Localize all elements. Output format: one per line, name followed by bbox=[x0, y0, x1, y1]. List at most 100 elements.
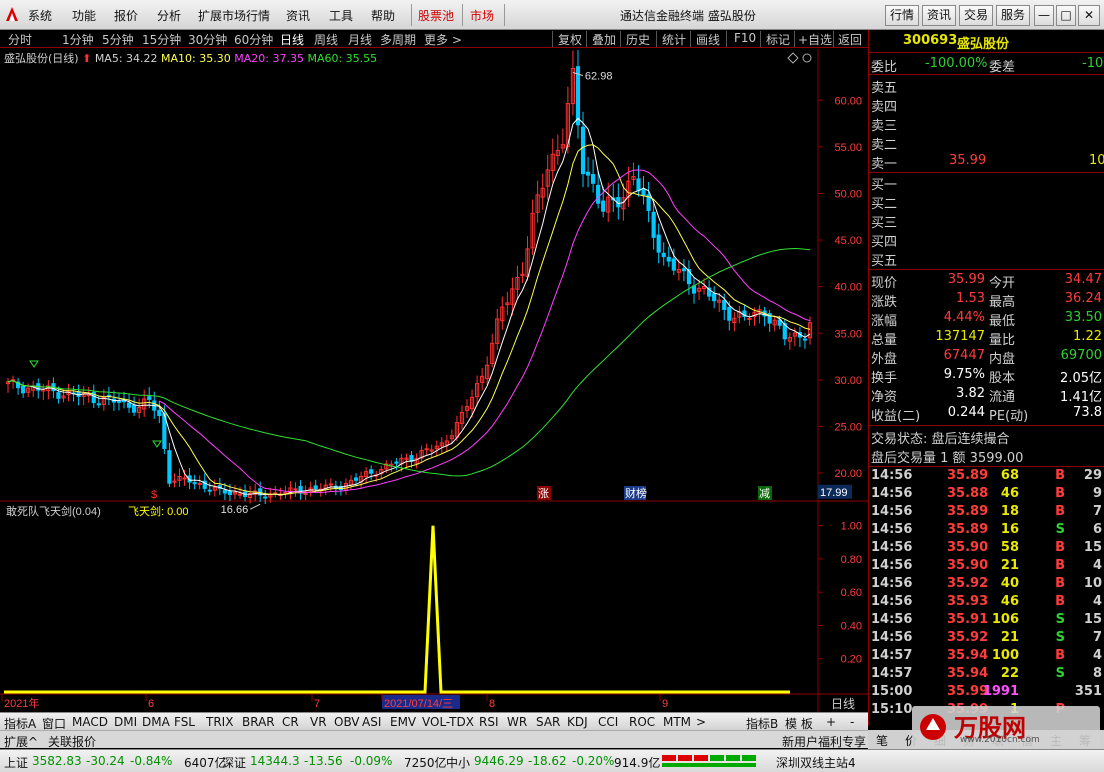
tick-row[interactable]: 14:56 35.88 46 B 9 bbox=[869, 485, 1104, 504]
menu-function[interactable]: 功能 bbox=[72, 7, 96, 24]
tab-9[interactable]: VR bbox=[310, 715, 327, 729]
menu-ext-market[interactable]: 扩展市场行情 bbox=[198, 7, 270, 24]
tick-row[interactable]: 14:56 35.89 16 S 6 bbox=[869, 521, 1104, 540]
menu-stock-pool[interactable]: 股票池 bbox=[418, 7, 454, 24]
tick-row[interactable]: 14:56 35.91 106 S 15 bbox=[869, 611, 1104, 630]
stat-row: 现价 35.99 今开 34.47 bbox=[869, 271, 1104, 291]
tick-row[interactable]: 14:56 35.93 46 B 4 bbox=[869, 593, 1104, 612]
btn-mark[interactable]: 标记 bbox=[766, 31, 790, 48]
candle-body bbox=[369, 469, 374, 474]
tab-16[interactable]: SAR bbox=[536, 715, 560, 729]
tick-n: 4 bbox=[1092, 558, 1102, 573]
btn-info[interactable]: 资讯 bbox=[922, 5, 956, 26]
period-60min[interactable]: 60分钟 bbox=[234, 31, 273, 48]
candle-body bbox=[56, 392, 61, 399]
btn-quote[interactable]: 行情 bbox=[885, 5, 919, 26]
menu-system[interactable]: 系统 bbox=[28, 7, 52, 24]
period-monthly[interactable]: 月线 bbox=[348, 31, 372, 48]
menu-bar: 系统 功能 报价 分析 扩展市场行情 资讯 工具 帮助 股票池 市场 通达信金融… bbox=[0, 0, 1104, 30]
tab-4[interactable]: DMA bbox=[142, 715, 170, 729]
period-tick[interactable]: 分时 bbox=[8, 31, 32, 48]
tick-t: 15:00 bbox=[871, 684, 913, 699]
btn-add-watchlist[interactable]: +自选 bbox=[798, 31, 832, 48]
tick-row[interactable]: 14:56 35.92 21 S 7 bbox=[869, 629, 1104, 648]
tick-n: 8 bbox=[1092, 666, 1102, 681]
tab-21[interactable]: > bbox=[696, 715, 706, 729]
btn-back[interactable]: 返回 bbox=[838, 31, 862, 48]
tab-5[interactable]: FSL bbox=[174, 715, 195, 729]
tick-row[interactable]: 14:56 35.90 21 B 4 bbox=[869, 557, 1104, 576]
close-icon[interactable]: ✕ bbox=[1078, 5, 1100, 26]
minimize-icon[interactable]: — bbox=[1034, 5, 1054, 26]
btn-history[interactable]: 历史 bbox=[626, 31, 650, 48]
menu-analysis[interactable]: 分析 bbox=[157, 7, 181, 24]
btn-service[interactable]: 服务 bbox=[996, 5, 1030, 26]
tab-3[interactable]: DMI bbox=[114, 715, 137, 729]
buy2-label: 买二 bbox=[871, 197, 898, 212]
y-tick-label: 40.00 bbox=[834, 282, 862, 294]
tick-t: 14:56 bbox=[871, 540, 913, 555]
tab-15[interactable]: WR bbox=[507, 715, 527, 729]
new-user-benefit[interactable]: 新用户福利专享 bbox=[782, 733, 866, 750]
menu-tools[interactable]: 工具 bbox=[329, 7, 353, 24]
stat-value: 4.44% bbox=[943, 310, 985, 325]
tick-row[interactable]: 14:56 35.90 58 B 15 bbox=[869, 539, 1104, 558]
tab-7[interactable]: BRAR bbox=[242, 715, 275, 729]
tick-row[interactable]: 14:57 35.94 100 B 4 bbox=[869, 647, 1104, 666]
period-30min[interactable]: 30分钟 bbox=[188, 31, 227, 48]
tab-13[interactable]: VOL-TDX bbox=[422, 715, 474, 729]
server-station[interactable]: 深圳双线主站4 bbox=[776, 754, 856, 771]
btn-statistics[interactable]: 统计 bbox=[662, 31, 686, 48]
stat-value: 33.50 bbox=[1064, 310, 1102, 325]
trade-status: 交易状态: 盘后连续撮合 bbox=[871, 432, 1010, 447]
btn-overlay[interactable]: 叠加 bbox=[592, 31, 616, 48]
menu-quote[interactable]: 报价 bbox=[114, 7, 138, 24]
quote-tab-0[interactable]: 笔 bbox=[876, 732, 888, 749]
stat-value: 35.99 bbox=[947, 272, 985, 287]
btn-draw[interactable]: 画线 bbox=[696, 31, 720, 48]
ext-toggle[interactable]: 扩展^ bbox=[4, 733, 38, 750]
period-1min[interactable]: 1分钟 bbox=[62, 31, 94, 48]
tab-12[interactable]: EMV bbox=[390, 715, 416, 729]
related-quote[interactable]: 关联报价 bbox=[48, 733, 96, 750]
menu-help[interactable]: 帮助 bbox=[371, 7, 395, 24]
tick-row[interactable]: 14:56 35.92 40 B 10 bbox=[869, 575, 1104, 594]
tick-row[interactable]: 15:00 35.99 1991 351 bbox=[869, 683, 1104, 702]
tab-20[interactable]: MTM bbox=[663, 715, 691, 729]
x-label: 8 bbox=[489, 698, 495, 710]
period-more[interactable]: 更多 > bbox=[424, 31, 462, 48]
tab-18[interactable]: CCI bbox=[598, 715, 618, 729]
candle-body bbox=[222, 490, 227, 494]
kline-chart[interactable]: 60.00 55.00 50.00 45.00 40.00 35.00 30.00 25.00… bbox=[0, 49, 868, 712]
tick-row[interactable]: 14:56 35.89 68 B 29 bbox=[869, 467, 1104, 486]
tab-17[interactable]: KDJ bbox=[567, 715, 588, 729]
maximize-icon[interactable]: □ bbox=[1056, 5, 1076, 26]
tab-11[interactable]: ASI bbox=[362, 715, 381, 729]
btn-trade[interactable]: 交易 bbox=[959, 5, 993, 26]
tick-row[interactable]: 14:56 35.89 18 B 7 bbox=[869, 503, 1104, 522]
tick-s: B bbox=[1055, 468, 1065, 483]
indicator-value: 飞天剑: 0.00 bbox=[128, 504, 189, 518]
candle-body bbox=[641, 188, 646, 196]
menu-market[interactable]: 市场 bbox=[470, 7, 494, 24]
period-weekly[interactable]: 周线 bbox=[314, 31, 338, 48]
tab-8[interactable]: CR bbox=[282, 715, 299, 729]
tab-10[interactable]: OBV bbox=[334, 715, 360, 729]
sell1-row[interactable]: 卖一 35.99 10 bbox=[869, 152, 1104, 172]
btn-adjust[interactable]: 复权 bbox=[558, 31, 582, 48]
tab-24[interactable]: + bbox=[826, 715, 836, 729]
tab-2[interactable]: MACD bbox=[72, 715, 108, 729]
period-multi[interactable]: 多周期 bbox=[380, 31, 416, 48]
tab-25[interactable]: - bbox=[850, 715, 854, 729]
tick-p: 35.94 bbox=[947, 666, 989, 681]
period-15min[interactable]: 15分钟 bbox=[142, 31, 181, 48]
tab-14[interactable]: RSI bbox=[479, 715, 499, 729]
ma60-label: MA60: 35.55 bbox=[307, 52, 378, 65]
period-5min[interactable]: 5分钟 bbox=[102, 31, 134, 48]
tab-6[interactable]: TRIX bbox=[206, 715, 233, 729]
menu-info[interactable]: 资讯 bbox=[286, 7, 310, 24]
tab-19[interactable]: ROC bbox=[629, 715, 655, 729]
period-daily[interactable]: 日线 bbox=[280, 31, 304, 48]
btn-f10[interactable]: F10 bbox=[734, 31, 756, 45]
tick-row[interactable]: 14:57 35.94 22 S 8 bbox=[869, 665, 1104, 684]
